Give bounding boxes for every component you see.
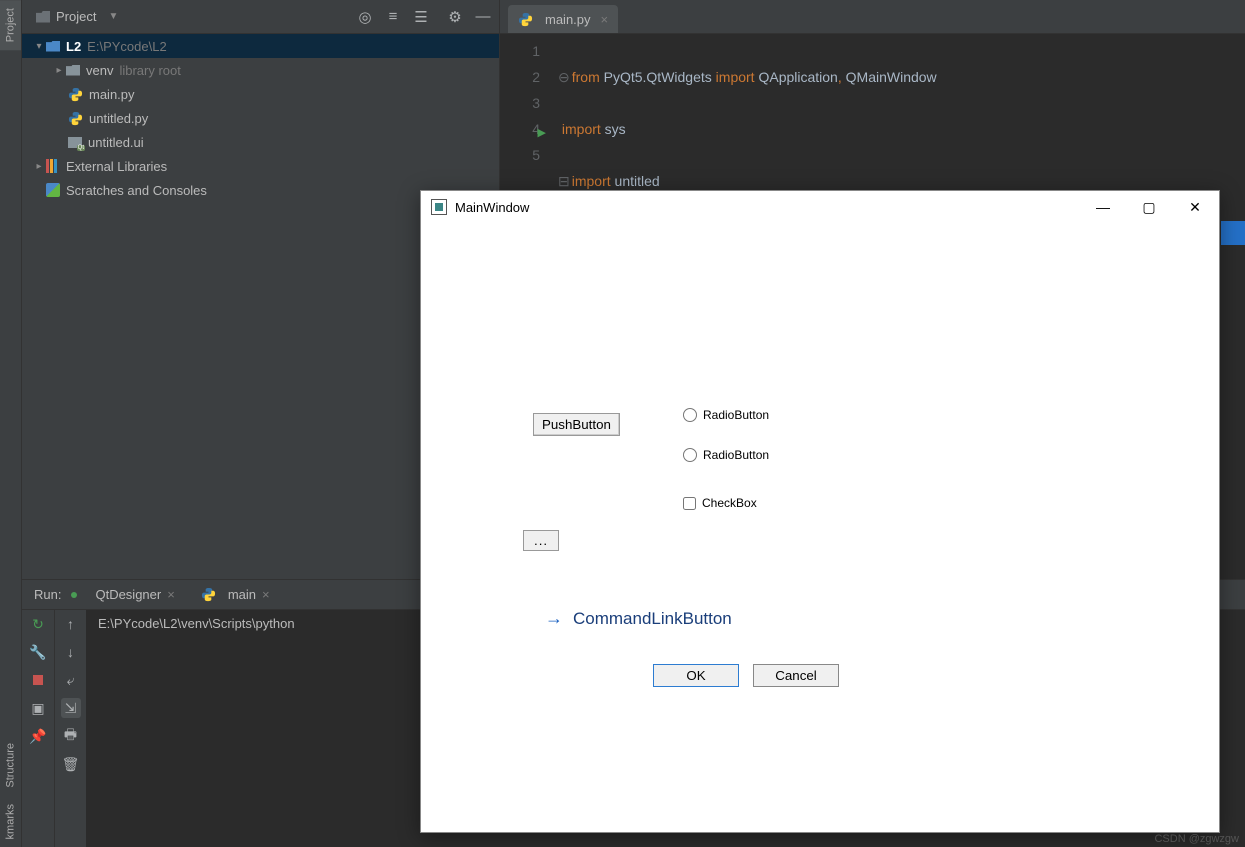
qt-radio-2[interactable]: RadioButton: [683, 448, 769, 462]
minimize-icon[interactable]: —: [1089, 199, 1117, 215]
qt-window-icon: [431, 199, 447, 215]
qt-ok-button[interactable]: OK: [653, 664, 739, 687]
tree-file-untitled-py[interactable]: untitled.py: [22, 106, 499, 130]
tree-root[interactable]: ▾ L2 E:\PYcode\L2: [22, 34, 499, 58]
trash-icon[interactable]: 🗑: [61, 754, 81, 774]
structure-tool-tab[interactable]: Structure: [0, 735, 21, 796]
qt-main-window: MainWindow — ▢ ✕ PushButton RadioButton …: [420, 190, 1220, 833]
rerun-icon[interactable]: ↻: [28, 614, 48, 634]
up-arrow-icon[interactable]: ↑: [61, 614, 81, 634]
close-icon[interactable]: ×: [262, 587, 270, 602]
layout-icon[interactable]: ▣: [28, 698, 48, 718]
chevron-right-icon[interactable]: ▸: [32, 161, 46, 172]
ui-file-icon: [68, 137, 82, 148]
run-toolbar: ↻ 🔧 ▣ 📌: [22, 610, 54, 847]
run-tab-qtdesigner[interactable]: QtDesigner ×: [87, 583, 182, 606]
scratches-icon: [46, 183, 60, 197]
down-arrow-icon[interactable]: ↓: [61, 642, 81, 662]
watermark: CSDN @zgwzgw: [1154, 833, 1239, 845]
scrollbar-marker: [1221, 221, 1245, 245]
settings-icon[interactable]: ⚙: [447, 9, 463, 25]
run-label: Run:: [34, 587, 61, 602]
checkbox-input[interactable]: [683, 497, 696, 510]
folder-icon: [46, 41, 60, 52]
qt-cancel-button[interactable]: Cancel: [753, 664, 839, 687]
tree-external-libs[interactable]: ▸ External Libraries: [22, 154, 499, 178]
close-icon[interactable]: ✕: [1181, 199, 1209, 216]
arrow-right-icon: →: [545, 608, 563, 629]
close-icon[interactable]: ×: [167, 587, 175, 602]
print-icon[interactable]: 🖶: [61, 726, 81, 746]
status-dot-icon: [71, 592, 77, 598]
tree-file-untitled-ui[interactable]: untitled.ui: [22, 130, 499, 154]
root-name: L2: [66, 39, 81, 54]
run-nav-toolbar: ↑ ↓ ⤶ ⇲ 🖶 🗑: [54, 610, 86, 847]
run-gutter-icon[interactable]: ▶: [534, 120, 546, 146]
expand-all-icon[interactable]: ≡: [385, 9, 401, 25]
wrench-icon[interactable]: 🔧: [28, 642, 48, 662]
python-file-icon: [518, 12, 533, 27]
run-tab-main[interactable]: main ×: [193, 583, 278, 606]
qt-window-title: MainWindow: [455, 200, 529, 215]
qt-tool-button[interactable]: ...: [523, 530, 559, 551]
project-icon: [36, 11, 50, 23]
libraries-icon: [46, 159, 60, 173]
editor-tabs: main.py ×: [500, 0, 1245, 34]
soft-wrap-icon[interactable]: ⤶: [61, 670, 81, 690]
tree-venv[interactable]: ▸ venv library root: [22, 58, 499, 82]
stop-icon[interactable]: [28, 670, 48, 690]
locate-icon[interactable]: ◎: [357, 9, 373, 25]
hide-icon[interactable]: —: [475, 9, 491, 25]
left-tool-rail: Project Structure kmarks: [0, 0, 22, 847]
python-file-icon: [68, 111, 83, 126]
radio-input[interactable]: [683, 448, 697, 462]
python-file-icon: [201, 587, 216, 602]
tree-file-main[interactable]: main.py: [22, 82, 499, 106]
qt-push-button[interactable]: PushButton: [533, 413, 620, 436]
close-icon[interactable]: ×: [601, 12, 609, 27]
project-tool-tab[interactable]: Project: [0, 0, 21, 50]
python-file-icon: [68, 87, 83, 102]
qt-command-link-button[interactable]: → CommandLinkButton: [539, 602, 738, 635]
collapse-all-icon[interactable]: ☰: [413, 9, 429, 25]
scroll-end-icon[interactable]: ⇲: [61, 698, 81, 718]
root-path: E:\PYcode\L2: [87, 39, 167, 54]
maximize-icon[interactable]: ▢: [1135, 199, 1163, 216]
project-pane-header: Project ▼ ◎ ≡ ☰ ⚙ —: [22, 0, 499, 34]
bookmarks-tool-tab[interactable]: kmarks: [0, 796, 21, 847]
editor-tab-main[interactable]: main.py ×: [508, 5, 618, 33]
folder-icon: [66, 65, 80, 76]
pin-icon[interactable]: 📌: [28, 726, 48, 746]
chevron-right-icon[interactable]: ▸: [52, 65, 66, 76]
chevron-down-icon[interactable]: ▾: [32, 41, 46, 52]
qt-titlebar[interactable]: MainWindow — ▢ ✕: [421, 191, 1219, 223]
chevron-down-icon[interactable]: ▼: [108, 11, 118, 22]
qt-checkbox[interactable]: CheckBox: [683, 496, 757, 510]
project-pane-title: Project: [56, 9, 96, 24]
radio-input[interactable]: [683, 408, 697, 422]
qt-radio-1[interactable]: RadioButton: [683, 408, 769, 422]
